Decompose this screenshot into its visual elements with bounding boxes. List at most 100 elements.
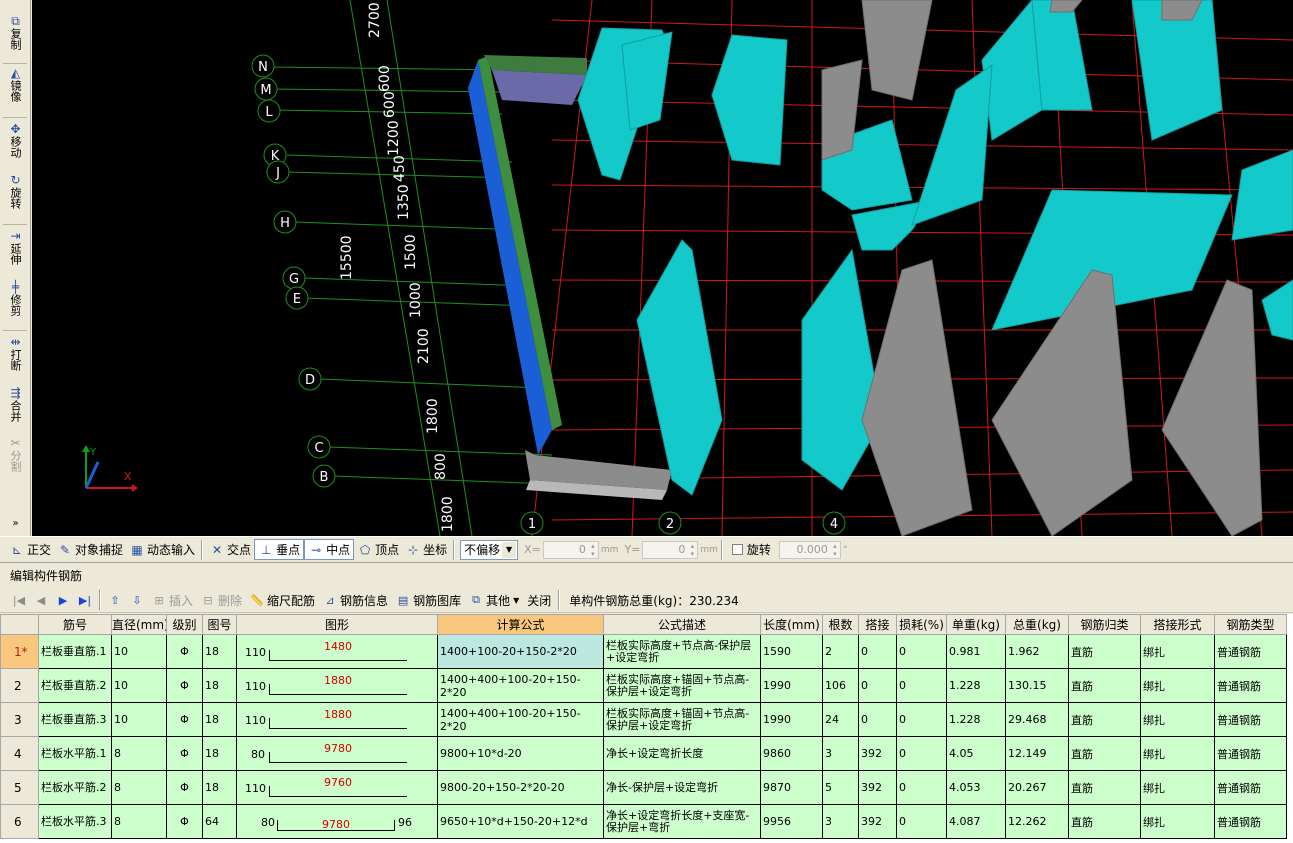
formula-cell[interactable]: 9800+10*d-20 — [437, 736, 604, 771]
first-record-icon[interactable]: |◀ — [8, 594, 30, 607]
shape-cell[interactable]: 80 9780 — [236, 736, 438, 771]
delete-button[interactable]: ⊟ 删除 — [197, 590, 246, 611]
loss-cell[interactable]: 0 — [896, 770, 947, 805]
unit-weight-cell[interactable]: 1.228 — [946, 668, 1006, 703]
lap-type-cell[interactable]: 绑扎 — [1140, 634, 1215, 669]
rebar-name-cell[interactable]: 栏板水平筋.1 — [38, 736, 112, 771]
diameter-cell[interactable]: 10 — [111, 668, 167, 703]
rebar-name-cell[interactable]: 栏板水平筋.2 — [38, 770, 112, 805]
last-record-icon[interactable]: ▶| — [74, 594, 96, 607]
table-row[interactable]: 3 栏板垂直筋.3 10 Φ 18 110 1880 1400+400+100-… — [0, 702, 1287, 737]
rebar-type-cell[interactable]: 普通钢筋 — [1214, 634, 1287, 669]
x-offset-input[interactable]: 0 — [542, 540, 599, 559]
formula-desc-cell[interactable]: 栏板实际高度+锚固+节点高-保护层+设定弯折 — [603, 702, 761, 737]
grade-cell[interactable]: Φ — [166, 770, 203, 805]
ortho-toggle[interactable]: ⊾ 正交 — [6, 539, 54, 560]
offset-mode-select[interactable]: 不偏移 ▼ — [460, 539, 519, 560]
count-cell[interactable]: 24 — [822, 702, 859, 737]
unit-weight-cell[interactable]: 0.981 — [946, 634, 1006, 669]
rotate-checkbox[interactable] — [731, 544, 743, 555]
length-cell[interactable]: 9860 — [760, 736, 823, 771]
formula-cell[interactable]: 1400+100-20+150-2*20 — [437, 634, 604, 669]
lap-type-cell[interactable]: 绑扎 — [1140, 702, 1215, 737]
formula-desc-cell[interactable]: 净长+设定弯折长度+支座宽-保护层+弯折 — [603, 804, 761, 839]
shape-cell[interactable]: 110 1480 — [236, 634, 438, 669]
column-header[interactable]: 级别 — [166, 614, 203, 635]
loss-cell[interactable]: 0 — [896, 702, 947, 737]
move-down-icon[interactable]: ⇩ — [126, 594, 148, 607]
rebar-name-cell[interactable]: 栏板垂直筋.3 — [38, 702, 112, 737]
row-number[interactable]: 3 — [0, 702, 39, 737]
diameter-cell[interactable]: 8 — [111, 736, 167, 771]
rebar-type-cell[interactable]: 普通钢筋 — [1214, 736, 1287, 771]
category-cell[interactable]: 直筋 — [1068, 804, 1141, 839]
column-header[interactable]: 搭接 — [858, 614, 897, 635]
formula-cell[interactable]: 9650+10*d+150-20+12*d — [437, 804, 604, 839]
intersection-snap[interactable]: ✕ 交点 — [206, 539, 254, 560]
y-offset-input[interactable]: 0 — [642, 540, 699, 559]
column-header[interactable]: 单重(kg) — [946, 614, 1006, 635]
formula-cell[interactable]: 9800-20+150-2*20-20 — [437, 770, 604, 805]
count-cell[interactable]: 106 — [822, 668, 859, 703]
model-view[interactable]: N M L K J H G E D C B 1 2 4 2700 600 600… — [32, 0, 1293, 536]
column-header[interactable]: 公式描述 — [603, 614, 761, 635]
column-header[interactable]: 长度(mm) — [760, 614, 823, 635]
length-cell[interactable]: 1990 — [760, 668, 823, 703]
unit-weight-cell[interactable]: 4.087 — [946, 804, 1006, 839]
category-cell[interactable]: 直筋 — [1068, 634, 1141, 669]
split-tool[interactable]: ✂ 分割 — [0, 436, 30, 472]
grade-cell[interactable]: Φ — [166, 736, 203, 771]
total-weight-cell[interactable]: 29.468 — [1005, 702, 1069, 737]
total-weight-cell[interactable]: 12.262 — [1005, 804, 1069, 839]
vertex-snap[interactable]: ⬠ 顶点 — [354, 539, 402, 560]
table-row[interactable]: 2 栏板垂直筋.2 10 Φ 18 110 1880 1400+400+100-… — [0, 668, 1287, 703]
lap-cell[interactable]: 392 — [858, 736, 897, 771]
length-cell[interactable]: 1990 — [760, 702, 823, 737]
length-cell[interactable]: 9956 — [760, 804, 823, 839]
grade-cell[interactable]: Φ — [166, 804, 203, 839]
perpendicular-snap[interactable]: ⊥ 垂点 — [254, 539, 305, 560]
table-row[interactable]: 5 栏板水平筋.2 8 Φ 18 110 9760 9800-20+150-2*… — [0, 770, 1287, 805]
unit-weight-cell[interactable]: 1.228 — [946, 702, 1006, 737]
unit-weight-cell[interactable]: 4.05 — [946, 736, 1006, 771]
shape-cell[interactable]: 110 1880 — [236, 702, 438, 737]
lap-cell[interactable]: 392 — [858, 770, 897, 805]
rebar-info-button[interactable]: ⊿ 钢筋信息 — [319, 590, 392, 611]
column-header[interactable]: 直径(mm) — [111, 614, 167, 635]
figure-no-cell[interactable]: 18 — [202, 736, 237, 771]
rebar-type-cell[interactable]: 普通钢筋 — [1214, 770, 1287, 805]
length-cell[interactable]: 1590 — [760, 634, 823, 669]
grade-cell[interactable]: Φ — [166, 702, 203, 737]
rotate-tool[interactable]: ↻ 旋转 — [0, 173, 30, 209]
row-number[interactable]: 6 — [0, 804, 39, 839]
move-up-icon[interactable]: ⇧ — [104, 594, 126, 607]
table-row[interactable]: 1* 栏板垂直筋.1 10 Φ 18 110 1480 1400+100-20+… — [0, 634, 1287, 669]
figure-no-cell[interactable]: 18 — [202, 702, 237, 737]
loss-cell[interactable]: 0 — [896, 804, 947, 839]
other-menu-button[interactable]: ⧉ 其他 ▼ — [465, 590, 523, 611]
lap-cell[interactable]: 0 — [858, 634, 897, 669]
grade-cell[interactable]: Φ — [166, 668, 203, 703]
formula-cell[interactable]: 1400+400+100-20+150-2*20 — [437, 668, 604, 703]
column-header[interactable]: 图号 — [202, 614, 237, 635]
count-cell[interactable]: 2 — [822, 634, 859, 669]
copy-tool[interactable]: ⧉ 复制 — [0, 14, 30, 50]
diameter-cell[interactable]: 8 — [111, 770, 167, 805]
rebar-type-cell[interactable]: 普通钢筋 — [1214, 702, 1287, 737]
formula-desc-cell[interactable]: 栏板实际高度+节点高-保护层+设定弯折 — [603, 634, 761, 669]
total-weight-cell[interactable]: 20.267 — [1005, 770, 1069, 805]
mirror-tool[interactable]: ◭ 镜像 — [0, 66, 30, 102]
lap-cell[interactable]: 0 — [858, 668, 897, 703]
formula-cell[interactable]: 1400+400+100-20+150-2*20 — [437, 702, 604, 737]
object-snap-toggle[interactable]: ✎ 对象捕捉 — [54, 539, 126, 560]
formula-desc-cell[interactable]: 栏板实际高度+锚固+节点高-保护层+设定弯折 — [603, 668, 761, 703]
rebar-name-cell[interactable]: 栏板垂直筋.1 — [38, 634, 112, 669]
insert-button[interactable]: ⊞ 插入 — [148, 590, 197, 611]
category-cell[interactable]: 直筋 — [1068, 668, 1141, 703]
column-header[interactable]: 钢筋归类 — [1068, 614, 1141, 635]
scale-rebar-button[interactable]: 📏 缩尺配筋 — [246, 590, 319, 611]
table-row[interactable]: 4 栏板水平筋.1 8 Φ 18 80 9780 9800+10*d-20 净长… — [0, 736, 1287, 771]
close-button[interactable]: 关闭 — [523, 590, 555, 611]
column-header[interactable]: 损耗(%) — [896, 614, 947, 635]
lap-cell[interactable]: 392 — [858, 804, 897, 839]
